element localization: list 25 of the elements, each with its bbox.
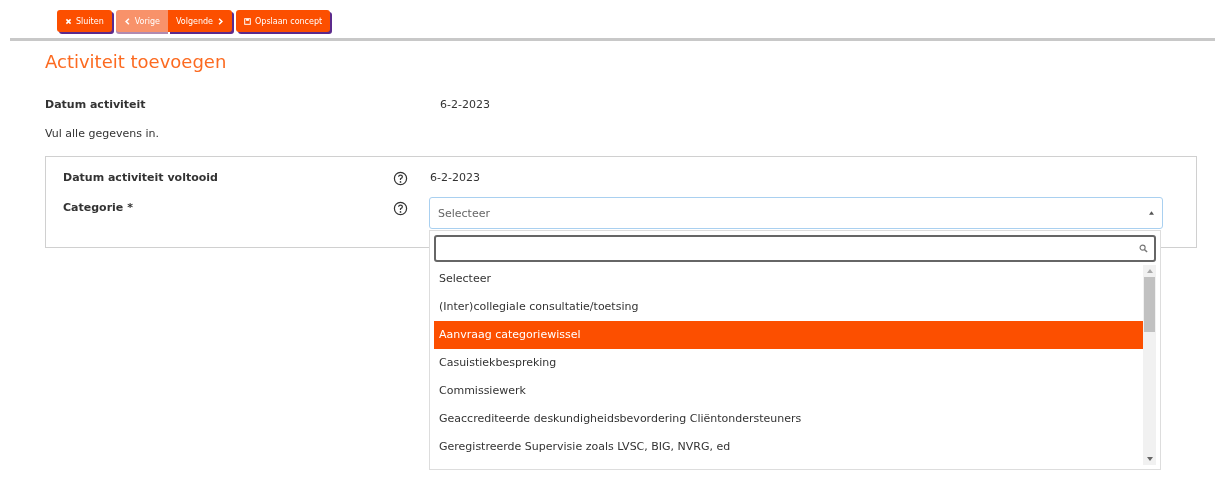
- field-label: Datum activiteit voltooid: [63, 170, 219, 184]
- field-label: Categorie *: [63, 200, 134, 214]
- instruction-text: Vul alle gegevens in.: [45, 127, 160, 142]
- field-label: Datum activiteit: [45, 97, 147, 111]
- dropdown-option[interactable]: Casuistiekbespreking: [434, 349, 1143, 377]
- search-field[interactable]: [434, 235, 1156, 262]
- search-icon: [1139, 244, 1148, 253]
- chevron-right-icon: [217, 17, 225, 25]
- help-icon[interactable]: [393, 201, 408, 216]
- scroll-down-icon[interactable]: [1146, 457, 1153, 461]
- dropdown-option[interactable]: Selecteer: [434, 265, 1143, 293]
- chevron-left-icon: [123, 17, 131, 25]
- scrollbar-thumb[interactable]: [1144, 277, 1155, 332]
- help-icon[interactable]: [393, 171, 408, 186]
- dropdown-option[interactable]: Geaccrediteerde deskundigheidsbevordering Cliëntondersteuners: [434, 405, 1143, 433]
- dropdown-option[interactable]: Commissiewerk: [434, 377, 1143, 405]
- caret-icon: [1149, 211, 1154, 215]
- close-icon: [65, 17, 72, 25]
- page-title: Activiteit toevoegen: [45, 51, 228, 74]
- field-value: 6-2-2023: [430, 170, 480, 184]
- dropdown-option[interactable]: (Inter)collegiale consultatie/toetsing: [434, 293, 1143, 321]
- scrollbar[interactable]: [1143, 265, 1156, 465]
- field-value: 6-2-2023: [440, 97, 490, 111]
- dropdown-option[interactable]: Geregistreerde Supervisie zoals LVSC, BIG, NVRG, ed: [434, 433, 1143, 461]
- category-select[interactable]: Selecteer: [429, 197, 1163, 229]
